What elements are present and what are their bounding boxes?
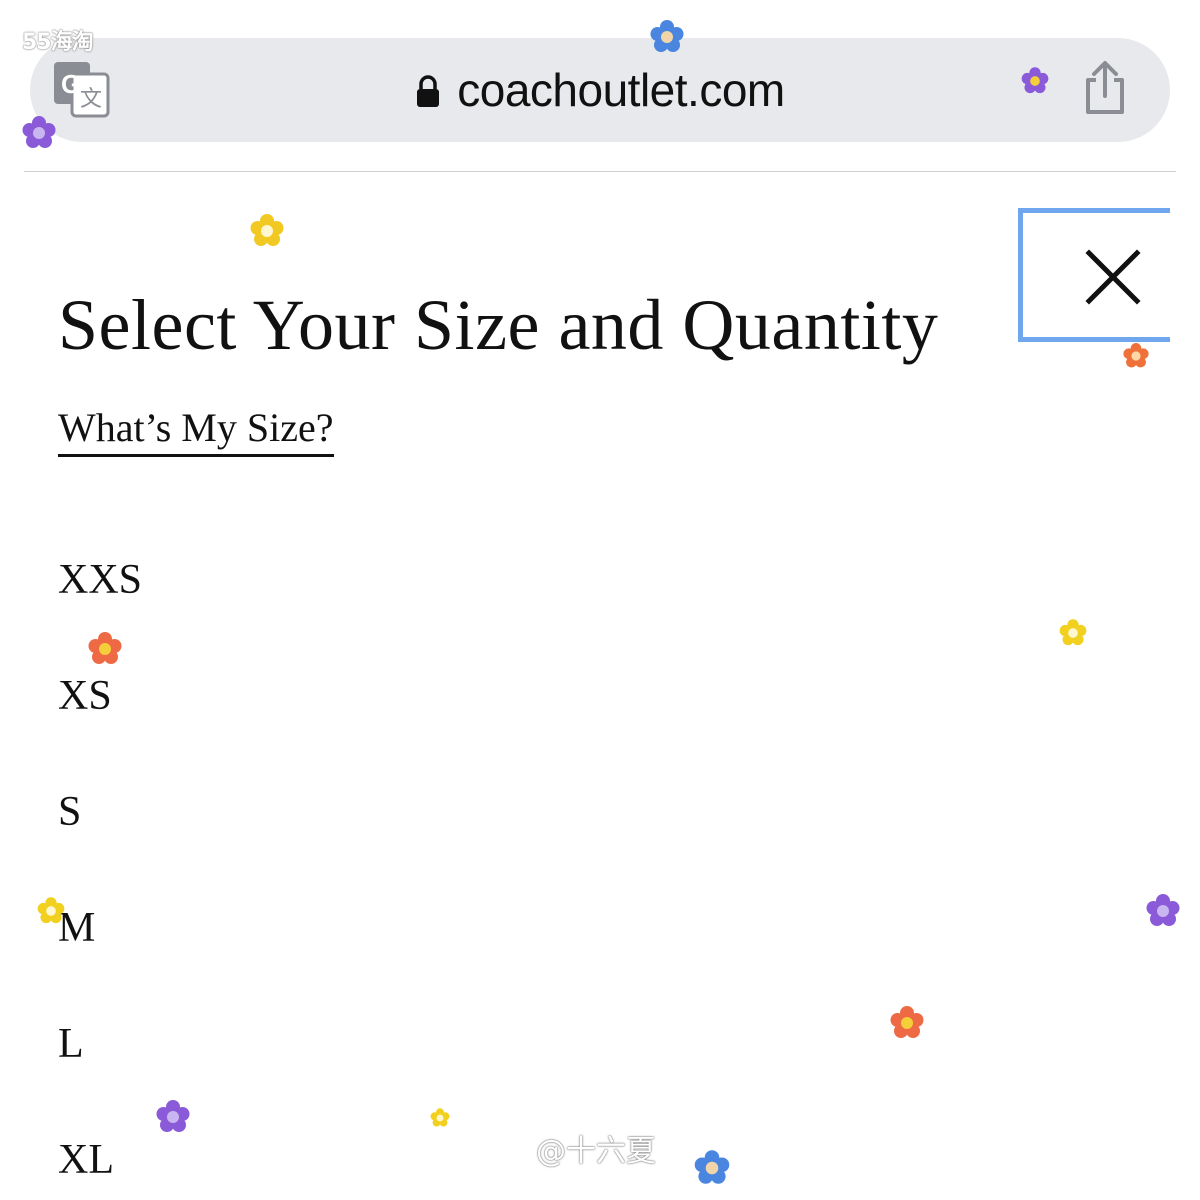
lock-icon: [417, 75, 440, 107]
browser-address-bar[interactable]: G 文 coachoutlet.com: [30, 38, 1170, 142]
flower-sticker: [430, 1108, 450, 1127]
flower-sticker: [1123, 343, 1149, 368]
size-option-xxs[interactable]: XXS: [58, 556, 142, 604]
close-icon: [1085, 249, 1141, 305]
size-option-s[interactable]: S: [58, 788, 81, 836]
flower-sticker: [1146, 894, 1180, 926]
flower-sticker: [890, 1006, 924, 1038]
flower-sticker: [22, 116, 56, 148]
flower-sticker: [1059, 619, 1087, 646]
size-option-xs[interactable]: XS: [58, 672, 112, 720]
size-option-l[interactable]: L: [58, 1020, 84, 1068]
flower-sticker: [694, 1150, 730, 1184]
flower-sticker: [156, 1100, 190, 1132]
share-icon[interactable]: [1082, 60, 1128, 116]
flower-sticker: [650, 20, 684, 52]
flower-sticker: [88, 632, 122, 664]
url-text: coachoutlet.com: [457, 64, 785, 116]
close-button[interactable]: [1018, 208, 1170, 342]
flower-sticker: [250, 214, 284, 246]
modal-title: Select Your Size and Quantity: [58, 285, 939, 365]
header-divider: [24, 171, 1176, 172]
size-guide-link[interactable]: What’s My Size?: [58, 404, 334, 457]
watermark-bottom: @十六夏: [536, 1134, 656, 1169]
flower-sticker: [1021, 67, 1049, 94]
watermark-top: 55海淘: [22, 30, 94, 55]
size-option-xl[interactable]: XL: [58, 1136, 114, 1184]
flower-sticker: [37, 897, 65, 924]
